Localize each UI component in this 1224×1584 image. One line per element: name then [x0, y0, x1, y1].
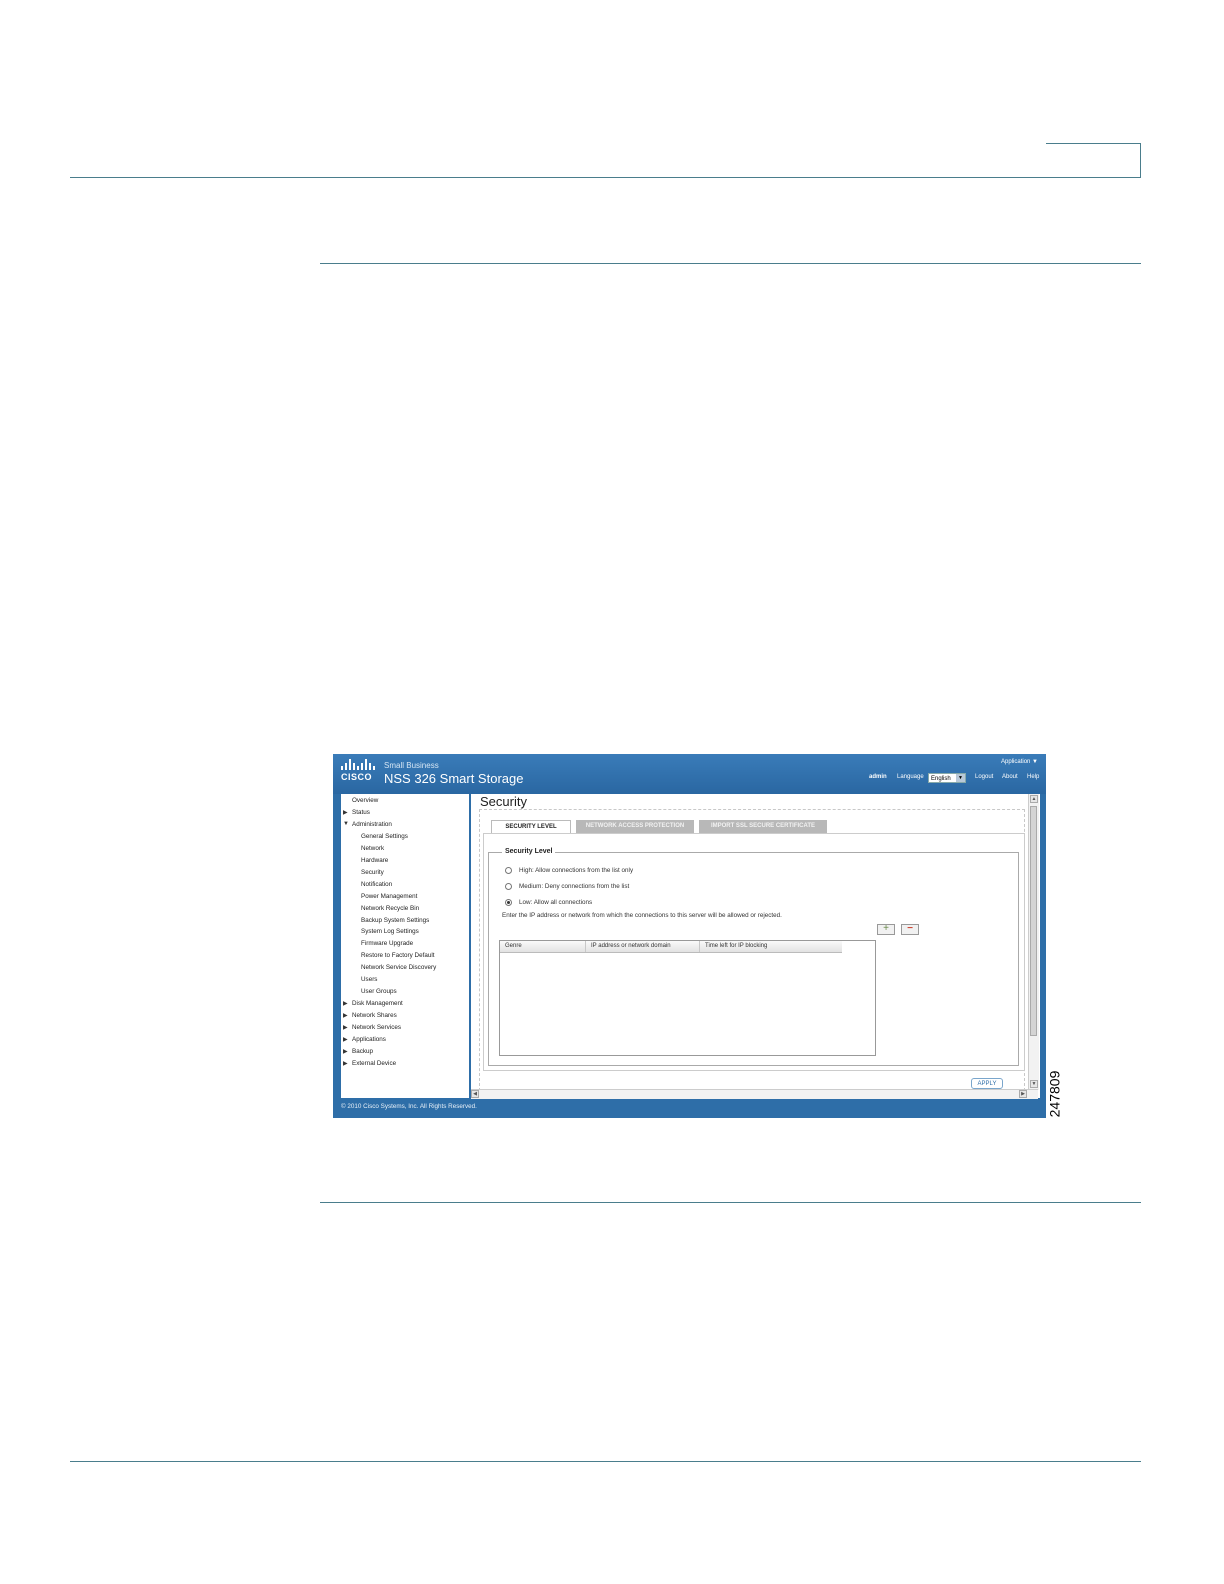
sidebar-item-firmware-upgrade[interactable]: Firmware Upgrade	[361, 940, 413, 947]
language-label: Language	[897, 774, 924, 780]
sidebar-item-network-service-discovery[interactable]: Network Service Discovery	[361, 964, 436, 971]
figure-number: 247809	[1046, 1070, 1063, 1118]
plus-icon: +	[883, 923, 889, 934]
tab-network-access-protection[interactable]: NETWORK ACCESS PROTECTION	[576, 820, 694, 833]
page-title: Security	[480, 794, 527, 809]
scroll-down-icon[interactable]: ▼	[1030, 1080, 1038, 1088]
column-ip-address[interactable]: IP address or network domain	[586, 941, 700, 952]
caret-right-icon[interactable]: ▶	[343, 1048, 348, 1055]
tab-import-ssl-certificate[interactable]: IMPORT SSL SECURE CERTIFICATE	[699, 820, 827, 833]
column-time-left[interactable]: Time left for IP blocking	[700, 941, 842, 952]
table-header-row: Genre IP address or network domain Time …	[500, 941, 842, 953]
sidebar-item-network[interactable]: Network	[361, 845, 384, 852]
sidebar-item-external-device[interactable]: External Device	[352, 1060, 396, 1067]
content-pane: Security SECURITY LEVEL NETWORK ACCESS P…	[471, 794, 1040, 1099]
sidebar-item-overview[interactable]: Overview	[352, 797, 378, 804]
application-menu[interactable]: Application ▼	[1001, 759, 1038, 765]
ip-instruction: Enter the IP address or network from whi…	[502, 912, 782, 919]
sidebar-item-restore-to-factory-default[interactable]: Restore to Factory Default	[361, 952, 435, 959]
sidebar-item-applications[interactable]: Applications	[352, 1036, 386, 1043]
add-ip-button[interactable]: +	[877, 924, 895, 935]
caret-right-icon[interactable]: ▶	[343, 1000, 348, 1007]
caret-right-icon[interactable]: ▶	[343, 1036, 348, 1043]
nss-screenshot: CISCO Small Business NSS 326 Smart Stora…	[333, 754, 1046, 1118]
sidebar-item-backup[interactable]: Backup	[352, 1048, 373, 1055]
scroll-up-icon[interactable]: ▲	[1030, 795, 1038, 803]
sidebar-item-power-management[interactable]: Power Management	[361, 893, 417, 900]
sidebar-item-hardware[interactable]: Hardware	[361, 857, 388, 864]
app-copyright: © 2010 Cisco Systems, Inc. All Rights Re…	[341, 1103, 477, 1110]
option-low[interactable]: Low: Allow all connections	[505, 899, 592, 906]
cisco-logo-text: CISCO	[341, 772, 373, 782]
language-value: English	[931, 776, 951, 782]
cisco-logo: CISCO	[341, 759, 375, 782]
vertical-scrollbar[interactable]: ▲ ▼	[1028, 794, 1039, 1090]
header-rule	[70, 177, 1141, 178]
section-rule-bottom	[320, 1202, 1141, 1203]
option-medium-label: Medium: Deny connections from the list	[519, 883, 630, 890]
tab-security-level[interactable]: SECURITY LEVEL	[491, 820, 571, 834]
chapter-tab-box	[1046, 143, 1141, 177]
scroll-left-icon[interactable]: ◀	[471, 1090, 479, 1098]
sidebar-item-administration[interactable]: Administration	[352, 821, 392, 828]
ip-list-table: Genre IP address or network domain Time …	[499, 940, 876, 1056]
vertical-scroll-thumb[interactable]	[1030, 806, 1037, 1036]
sidebar-item-network-recycle-bin[interactable]: Network Recycle Bin	[361, 905, 419, 912]
figure-number-text: 247809	[1046, 1070, 1063, 1118]
product-title: NSS 326 Smart Storage	[384, 771, 524, 786]
radio-low[interactable]	[505, 899, 512, 906]
caret-right-icon[interactable]: ▶	[343, 1024, 348, 1031]
logout-link[interactable]: Logout	[975, 774, 993, 780]
sidebar-item-network-services[interactable]: Network Services	[352, 1024, 401, 1031]
sidebar-nav: Overview ▶ Status ▼ Administration General Se…	[341, 794, 469, 1098]
sidebar-item-backup-system-settings[interactable]: Backup System Settings	[361, 917, 429, 924]
caret-right-icon[interactable]: ▶	[343, 809, 348, 816]
chevron-down-icon: ▼	[956, 774, 965, 782]
current-user: admin	[869, 774, 887, 780]
security-level-legend: Security Level	[502, 848, 556, 855]
sidebar-item-security[interactable]: Security	[361, 869, 384, 876]
footer-rule	[70, 1461, 1141, 1462]
scroll-right-icon[interactable]: ▶	[1019, 1090, 1027, 1098]
sidebar-item-disk-management[interactable]: Disk Management	[352, 1000, 403, 1007]
radio-high[interactable]	[505, 867, 512, 874]
sidebar-item-user-groups[interactable]: User Groups	[361, 988, 397, 995]
caret-down-icon[interactable]: ▼	[343, 821, 349, 827]
caret-right-icon[interactable]: ▶	[343, 1012, 348, 1019]
about-link[interactable]: About	[1002, 774, 1018, 780]
option-high-label: High: Allow connections from the list on…	[519, 867, 634, 874]
option-low-label: Low: Allow all connections	[519, 899, 593, 906]
horizontal-scrollbar[interactable]: ◀ ▶	[471, 1089, 1038, 1099]
caret-right-icon[interactable]: ▶	[343, 1060, 348, 1067]
cisco-logo-bars-icon	[341, 759, 375, 770]
remove-ip-button[interactable]: −	[901, 924, 919, 935]
sidebar-item-general-settings[interactable]: General Settings	[361, 833, 408, 840]
sidebar-item-users[interactable]: Users	[361, 976, 377, 983]
option-high[interactable]: High: Allow connections from the list on…	[505, 867, 633, 874]
apply-button[interactable]: APPLY	[971, 1078, 1003, 1089]
app-banner: CISCO Small Business NSS 326 Smart Stora…	[333, 754, 1046, 794]
radio-medium[interactable]	[505, 883, 512, 890]
brand-small-label: Small Business	[384, 761, 439, 770]
section-rule-top	[320, 263, 1141, 264]
sidebar-item-system-log-settings[interactable]: System Log Settings	[361, 928, 419, 935]
sidebar-item-notification[interactable]: Notification	[361, 881, 392, 888]
help-link[interactable]: Help	[1027, 774, 1039, 780]
option-medium[interactable]: Medium: Deny connections from the list	[505, 883, 629, 890]
sidebar-item-network-shares[interactable]: Network Shares	[352, 1012, 397, 1019]
language-select[interactable]: English ▼	[928, 773, 966, 783]
sidebar-item-status[interactable]: Status	[352, 809, 370, 816]
column-genre[interactable]: Genre	[500, 941, 586, 952]
minus-icon: −	[907, 923, 913, 934]
